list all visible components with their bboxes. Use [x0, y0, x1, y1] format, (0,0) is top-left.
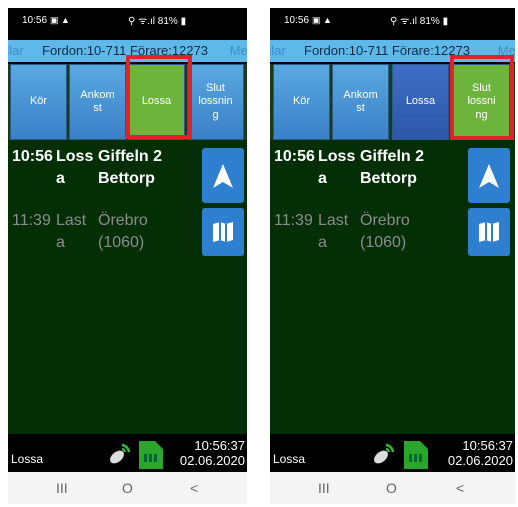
map-icon — [213, 222, 233, 242]
home-button[interactable]: O — [386, 480, 397, 496]
satellite-dish-icon — [110, 443, 131, 464]
info-prefix: dlar — [8, 43, 24, 58]
task-time: 11:39 — [12, 212, 51, 229]
navigation-arrow-icon — [479, 163, 499, 188]
clock-date: 02.06.2020 — [179, 453, 245, 468]
status-bar: 10:56 ▣ ▲ ⚲ ᯤ.ıl 81% ▮ — [270, 8, 515, 32]
back-button[interactable]: < — [190, 480, 198, 496]
status-time: 10:56 — [22, 14, 48, 26]
clock-time: 10:56:37 — [462, 438, 513, 453]
task-place: Örebro (1060) — [98, 212, 148, 251]
task-type: Loss a — [56, 148, 94, 187]
notification-icons: ▣ ▲ — [312, 14, 332, 25]
notification-icons: ▣ ▲ — [50, 14, 70, 25]
navigation-button[interactable] — [202, 148, 244, 203]
clock: 10:56:37 02.06.2020 — [448, 438, 513, 468]
status-bar: 10:56 ▣ ▲ ⚲ ᯤ.ıl 81% ▮ — [8, 8, 247, 32]
task-place: Giffeln 2 Bettorp — [98, 148, 163, 187]
clock: 10:56:37 02.06.2020 — [180, 438, 245, 468]
task-time: 10:56 — [12, 148, 53, 165]
map-button[interactable] — [468, 208, 510, 256]
kor-button[interactable]: Kör — [273, 64, 330, 140]
home-button[interactable]: O — [122, 480, 133, 496]
map-button[interactable] — [202, 208, 244, 256]
lossa-button[interactable]: Lossa — [392, 64, 449, 140]
slut-lossning-button[interactable]: Slut lossnin g — [187, 64, 244, 140]
clock-time: 10:56:37 — [194, 438, 245, 453]
status-time: 10:56 — [284, 14, 310, 26]
task-type: Last a — [56, 212, 87, 251]
satellite-dish-icon — [374, 443, 395, 464]
bottom-status-bar: Lossa 10:56:37 02.06.2020 — [270, 434, 515, 472]
current-action-label: Lossa — [273, 452, 306, 466]
ankomst-button[interactable]: Ankom st — [332, 64, 389, 140]
highlight-box — [450, 55, 514, 140]
current-action-label: Lossa — [11, 452, 44, 466]
task-time: 11:39 — [274, 212, 313, 229]
status-right-icons: ⚲ ᯤ.ıl 81% ▮ — [390, 16, 449, 27]
task-time: 10:56 — [274, 148, 315, 165]
back-button[interactable]: < — [456, 480, 464, 496]
task-list: 10:56 Loss a Giffeln 2 Bettorp 11:39 Las… — [8, 140, 247, 472]
info-prefix: dlar — [270, 43, 286, 58]
task-place: Örebro (1060) — [360, 212, 410, 251]
phone-screenshot-right: 10:56 ▣ ▲ ⚲ ᯤ.ıl 81% ▮ dlar Fordon:10-71… — [270, 8, 515, 504]
vehicle-driver-info: Fordon:10-711 Förare:12273 — [304, 43, 470, 58]
kor-button[interactable]: Kör — [10, 64, 67, 140]
bottom-status-bar: Lossa 10:56:37 02.06.2020 — [8, 434, 247, 472]
task-type: Loss a — [318, 148, 356, 187]
phone-screenshot-left: 10:56 ▣ ▲ ⚲ ᯤ.ıl 81% ▮ dlar Fordon:10-71… — [8, 8, 247, 504]
recent-apps-button[interactable]: III — [56, 480, 68, 496]
task-type: Last a — [318, 212, 349, 251]
info-suffix: Med — [229, 43, 247, 58]
ankomst-button[interactable]: Ankom st — [69, 64, 126, 140]
navigation-arrow-icon — [213, 163, 233, 188]
android-nav-bar: III O < — [8, 472, 247, 504]
highlight-box — [126, 55, 192, 139]
sim-card-icon — [139, 441, 163, 469]
navigation-button[interactable] — [468, 148, 510, 203]
clock-date: 02.06.2020 — [447, 453, 513, 468]
recent-apps-button[interactable]: III — [318, 480, 330, 496]
map-icon — [479, 222, 499, 242]
task-place: Giffeln 2 Bettorp — [360, 148, 425, 187]
sim-card-icon — [404, 441, 428, 469]
task-list: 10:56 Loss a Giffeln 2 Bettorp 11:39 Las… — [270, 140, 515, 472]
status-right-icons: ⚲ ᯤ.ıl 81% ▮ — [128, 16, 187, 27]
android-nav-bar: III O < — [270, 472, 515, 504]
